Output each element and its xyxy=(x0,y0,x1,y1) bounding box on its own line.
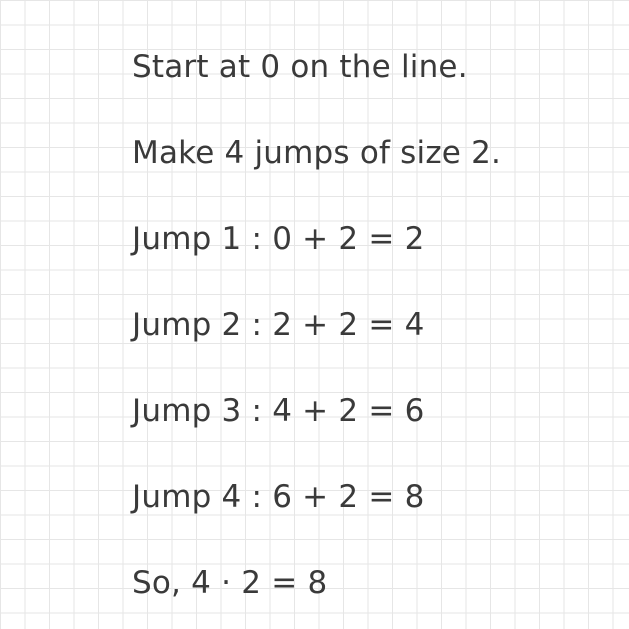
instruction-start: Start at 0 on the line. xyxy=(132,49,468,85)
conclusion-equation: So, 4 · 2 = 8 xyxy=(132,565,328,601)
instruction-jumps: Make 4 jumps of size 2. xyxy=(132,135,502,171)
jump-2-equation: Jump 2 : 2 + 2 = 4 xyxy=(132,307,425,343)
jump-4-equation: Jump 4 : 6 + 2 = 8 xyxy=(132,479,425,515)
jump-3-equation: Jump 3 : 4 + 2 = 6 xyxy=(132,393,425,429)
jump-1-equation: Jump 1 : 0 + 2 = 2 xyxy=(132,221,425,257)
grid-paper-page: Start at 0 on the line. Make 4 jumps of … xyxy=(0,0,629,629)
